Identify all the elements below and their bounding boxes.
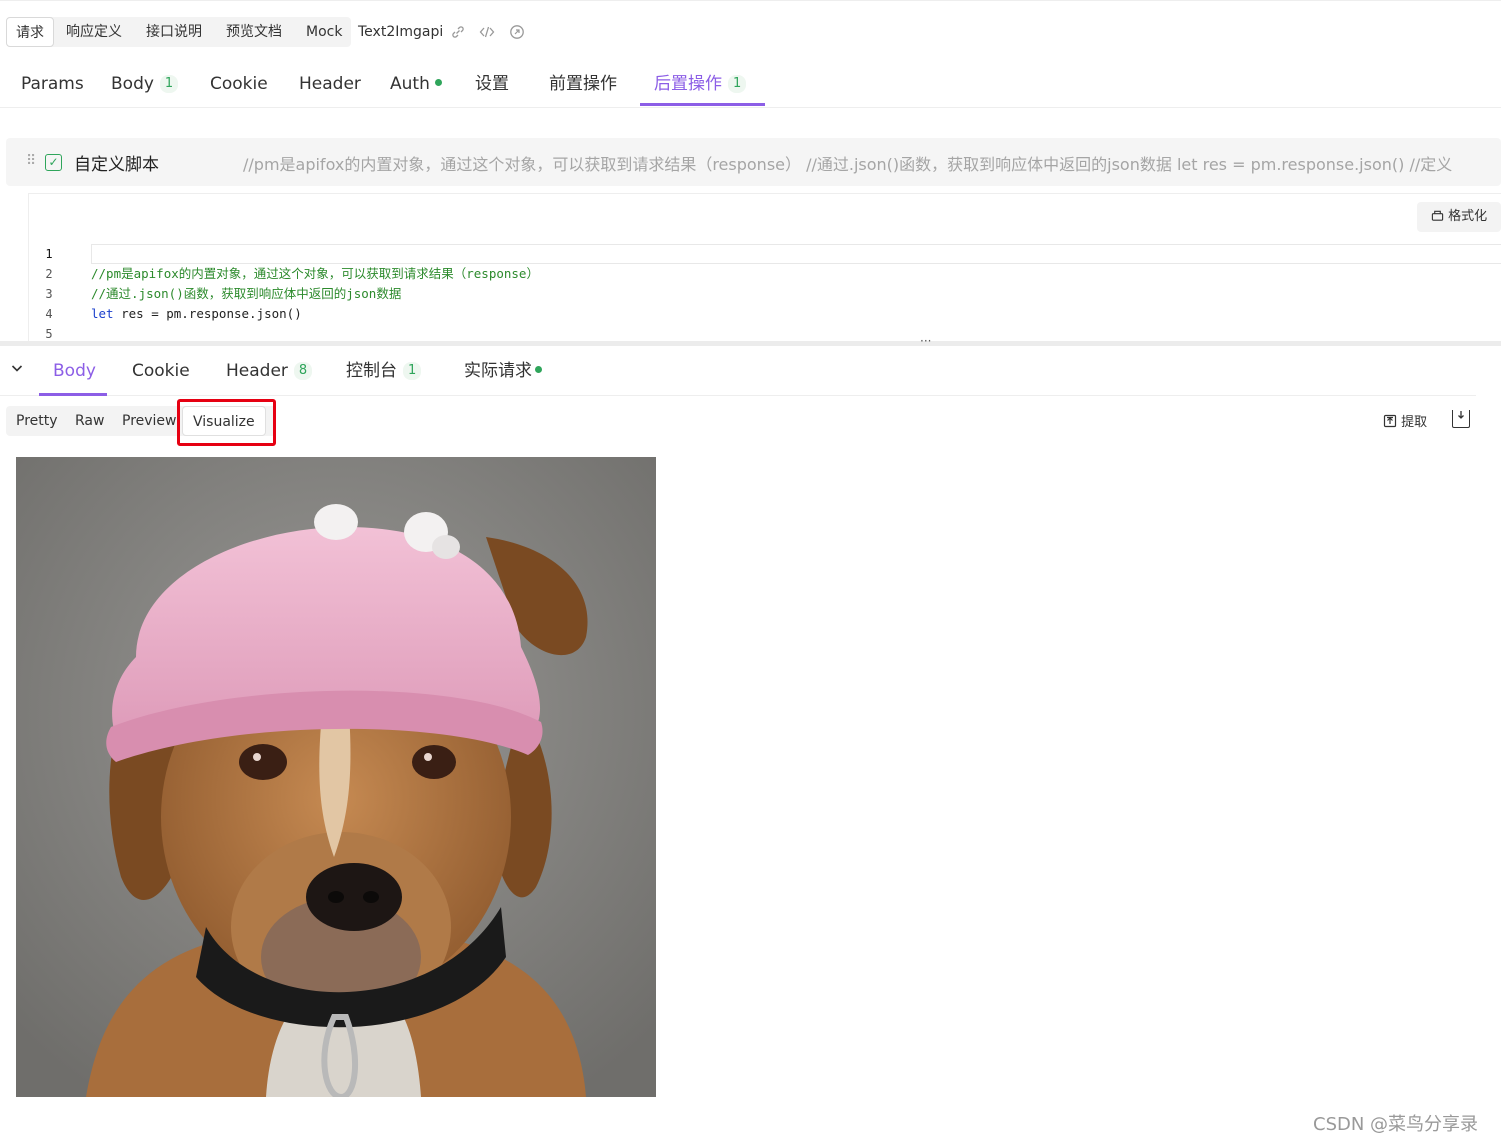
doc-tab-api-description[interactable]: 接口说明 bbox=[146, 17, 202, 47]
response-tab-cookie-label: Cookie bbox=[132, 361, 190, 381]
response-tab-body-label: Body bbox=[53, 361, 96, 381]
tab-auth-label: Auth bbox=[390, 74, 430, 94]
tab-cookie-label: Cookie bbox=[210, 74, 268, 94]
tab-pre-operations-label: 前置操作 bbox=[549, 74, 617, 94]
custom-script-title: 自定义脚本 bbox=[74, 155, 159, 175]
response-tab-cookie[interactable]: Cookie bbox=[132, 359, 190, 383]
code-keyword: let bbox=[91, 306, 114, 321]
line-number: 1 bbox=[45, 247, 53, 261]
line-number: 4 bbox=[45, 307, 53, 321]
response-tab-actual-request[interactable]: 实际请求 bbox=[464, 359, 542, 383]
view-mode-raw[interactable]: Raw bbox=[75, 406, 104, 436]
response-tab-console-label: 控制台 bbox=[346, 361, 397, 381]
checkbox-checked-icon[interactable]: ✓ bbox=[45, 154, 62, 171]
request-tab-bar: Params Body 1 Cookie Header Auth 设置 前置操作 … bbox=[0, 60, 1501, 108]
code-content[interactable]: //pm是apifox的内置对象，通过这个对象，可以获取到请求结果（respon… bbox=[91, 244, 539, 342]
line-number: 2 bbox=[45, 267, 53, 281]
extract-button[interactable]: 提取 bbox=[1383, 411, 1427, 430]
tab-post-operations-label: 后置操作 bbox=[654, 74, 722, 94]
format-button-label: 格式化 bbox=[1448, 209, 1488, 224]
tab-params-label: Params bbox=[21, 74, 84, 94]
tab-pre-operations[interactable]: 前置操作 bbox=[549, 72, 617, 96]
custom-script-header[interactable]: ⠿ ✓ 自定义脚本 //pm是apifox的内置对象，通过这个对象，可以获取到请… bbox=[6, 138, 1501, 186]
auth-status-dot bbox=[434, 79, 442, 86]
response-tab-header[interactable]: Header 8 bbox=[226, 359, 313, 383]
tab-post-operations-count: 1 bbox=[728, 75, 747, 93]
extract-icon bbox=[1383, 414, 1401, 430]
format-icon bbox=[1431, 209, 1448, 224]
api-name: Text2Imgapi bbox=[358, 24, 444, 40]
tab-body[interactable]: Body 1 bbox=[111, 72, 179, 96]
line-number: 3 bbox=[45, 287, 53, 301]
code-text: res = pm.response.json() bbox=[113, 306, 302, 321]
watermark-text: CSDN @菜鸟分享录 bbox=[1313, 1114, 1479, 1135]
line-number-gutter: 1 2 3 4 5 bbox=[29, 244, 69, 342]
tab-auth[interactable]: Auth bbox=[390, 72, 442, 96]
tab-body-count: 1 bbox=[159, 75, 179, 93]
code-line: let res = pm.response.json() bbox=[91, 304, 539, 324]
doc-tab-mock[interactable]: Mock bbox=[306, 17, 342, 47]
tab-post-operations[interactable]: 后置操作 1 bbox=[654, 72, 747, 96]
tab-cookie[interactable]: Cookie bbox=[210, 72, 268, 96]
doc-tab-response-definition[interactable]: 响应定义 bbox=[66, 17, 122, 47]
code-line: //通过.json()函数，获取到响应体中返回的json数据 bbox=[91, 286, 402, 301]
tab-body-label: Body bbox=[111, 74, 154, 94]
code-line: //pm是apifox的内置对象，通过这个对象，可以获取到请求结果（respon… bbox=[91, 266, 539, 281]
link-icon[interactable] bbox=[450, 24, 466, 40]
tab-params[interactable]: Params bbox=[21, 72, 84, 96]
format-button[interactable]: 格式化 bbox=[1417, 202, 1501, 232]
doc-tab-preview-doc[interactable]: 预览文档 bbox=[226, 17, 282, 47]
tab-settings-label: 设置 bbox=[475, 74, 509, 94]
extract-button-label: 提取 bbox=[1401, 415, 1428, 430]
request-tab-active-indicator bbox=[640, 103, 765, 106]
script-preview-text: //pm是apifox的内置对象，通过这个对象，可以获取到请求结果（respon… bbox=[243, 155, 1453, 174]
doc-tab-bar: 请求 响应定义 接口说明 预览文档 Mock Text2Imgapi bbox=[0, 0, 1501, 60]
download-icon[interactable] bbox=[1452, 410, 1470, 428]
response-tab-bar: Body Cookie Header 8 控制台 1 实际请求 bbox=[0, 346, 1476, 396]
chevron-down-icon[interactable] bbox=[10, 361, 24, 379]
tab-header[interactable]: Header bbox=[299, 72, 361, 96]
drag-handle-icon[interactable]: ⠿ bbox=[26, 153, 36, 169]
tab-settings[interactable]: 设置 bbox=[475, 72, 509, 96]
tab-header-label: Header bbox=[299, 74, 361, 94]
response-tab-active-indicator bbox=[39, 393, 107, 396]
visualized-response-image bbox=[16, 457, 656, 1097]
code-editor[interactable]: 格式化 1 2 3 4 5 //pm是apifox的内置对象，通过这个对象，可以… bbox=[28, 193, 1501, 343]
view-mode-pretty[interactable]: Pretty bbox=[16, 406, 58, 436]
response-tab-actual-request-label: 实际请求 bbox=[464, 361, 532, 381]
response-tab-header-label: Header bbox=[226, 361, 288, 381]
response-tab-console-count: 1 bbox=[403, 362, 422, 380]
code-icon[interactable] bbox=[479, 24, 495, 40]
view-mode-preview[interactable]: Preview bbox=[122, 406, 177, 436]
response-tab-body[interactable]: Body bbox=[53, 359, 96, 383]
annotation-highlight-box bbox=[177, 399, 276, 446]
response-tab-console[interactable]: 控制台 1 bbox=[346, 359, 422, 383]
response-tab-header-count: 8 bbox=[293, 362, 313, 380]
actual-request-status-dot bbox=[535, 366, 542, 373]
doc-tab-request[interactable]: 请求 bbox=[6, 17, 54, 47]
share-icon[interactable] bbox=[509, 24, 525, 40]
